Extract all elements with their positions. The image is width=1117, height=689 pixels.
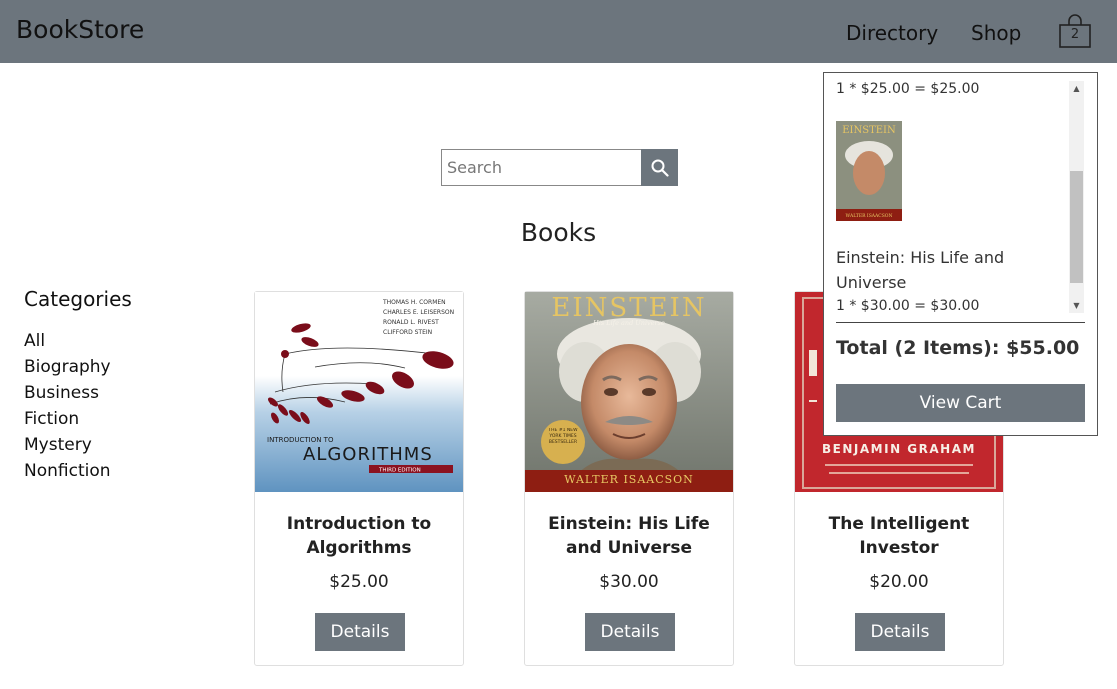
categories-title: Categories [24, 287, 132, 311]
view-cart-button[interactable]: View Cart [836, 384, 1085, 422]
book-title: Einstein: His Life and Universe [548, 514, 710, 558]
cart-dropdown: 1 * $25.00 = $25.00 EINSTEIN WALTER ISAA… [823, 72, 1098, 436]
scroll-up-arrow-icon[interactable]: ▲ [1069, 81, 1084, 96]
book-price: $30.00 [599, 572, 659, 592]
cart-item-line: 1 * $30.00 = $30.00 [836, 298, 980, 313]
brand-logo[interactable]: BookStore [16, 15, 144, 44]
cart-item-line: 1 * $25.00 = $25.00 [836, 81, 980, 97]
category-all[interactable]: All [24, 329, 111, 355]
cart-total: Total (2 Items): $55.00 [836, 337, 1080, 359]
book-cover-image: THOMAS H. CORMEN CHARLES E. LEISERSON RO… [255, 292, 463, 492]
nav-directory[interactable]: Directory [846, 21, 938, 45]
cart-count: 2 [1070, 27, 1080, 42]
cover-author: WALTER ISAACSON [564, 473, 694, 486]
book-card: EINSTEIN His Life and Universe THE #1 NE… [524, 291, 734, 666]
details-button[interactable]: Details [585, 613, 675, 651]
cart-item-title: Einstein: His Life and Universe [836, 248, 1005, 292]
cart-items-list: 1 * $25.00 = $25.00 EINSTEIN WALTER ISAA… [836, 81, 1084, 313]
cover-subtitle: His Life and Universe [592, 319, 665, 327]
book-title: The Intelligent Investor [828, 514, 970, 558]
book-cover-image: EINSTEIN His Life and Universe THE #1 NE… [525, 292, 733, 492]
cover-author-4: CLIFFORD STEIN [383, 329, 432, 336]
category-nonfiction[interactable]: Nonfiction [24, 459, 111, 485]
category-biography[interactable]: Biography [24, 355, 111, 381]
thumb-heading: EINSTEIN [842, 125, 896, 136]
category-business[interactable]: Business [24, 381, 111, 407]
search-button[interactable] [641, 149, 678, 186]
search-icon [651, 159, 669, 177]
details-button[interactable]: Details [315, 613, 405, 651]
cover-author: BENJAMIN GRAHAM [822, 442, 976, 456]
category-fiction[interactable]: Fiction [24, 407, 111, 433]
book-card: THOMAS H. CORMEN CHARLES E. LEISERSON RO… [254, 291, 464, 666]
scroll-thumb[interactable] [1070, 171, 1083, 283]
cart-item-thumbnail: EINSTEIN WALTER ISAACSON [836, 121, 902, 221]
shopping-bag-icon[interactable]: 2 [1058, 13, 1092, 49]
cover-author-2: CHARLES E. LEISERSON [383, 309, 454, 316]
cover-author-3: RONALD L. RIVEST [383, 319, 439, 326]
book-title: Introduction to Algorithms [286, 514, 432, 558]
search-bar [441, 149, 678, 186]
book-price: $25.00 [329, 572, 389, 592]
cover-title-line2: ALGORITHMS [303, 444, 433, 465]
details-button[interactable]: Details [855, 613, 945, 651]
thumb-author: WALTER ISAACSON [846, 213, 893, 219]
scroll-down-arrow-icon[interactable]: ▼ [1069, 298, 1084, 313]
search-input[interactable] [441, 149, 641, 186]
cover-edition: THIRD EDITION [378, 468, 421, 474]
cart-divider [836, 322, 1085, 323]
cart-scrollbar[interactable]: ▲ ▼ [1069, 81, 1084, 313]
book-price: $20.00 [869, 572, 929, 592]
cover-author-1: THOMAS H. CORMEN [382, 299, 446, 306]
nav-shop[interactable]: Shop [971, 21, 1021, 45]
category-mystery[interactable]: Mystery [24, 433, 111, 459]
category-list: All Biography Business Fiction Mystery N… [24, 329, 111, 485]
cover-badge: THE #1 NEW YORK TIMES BESTSELLER [548, 428, 578, 445]
cover-title-line1: INTRODUCTION TO [267, 436, 334, 444]
navbar: BookStore Directory Shop 2 [0, 0, 1117, 63]
